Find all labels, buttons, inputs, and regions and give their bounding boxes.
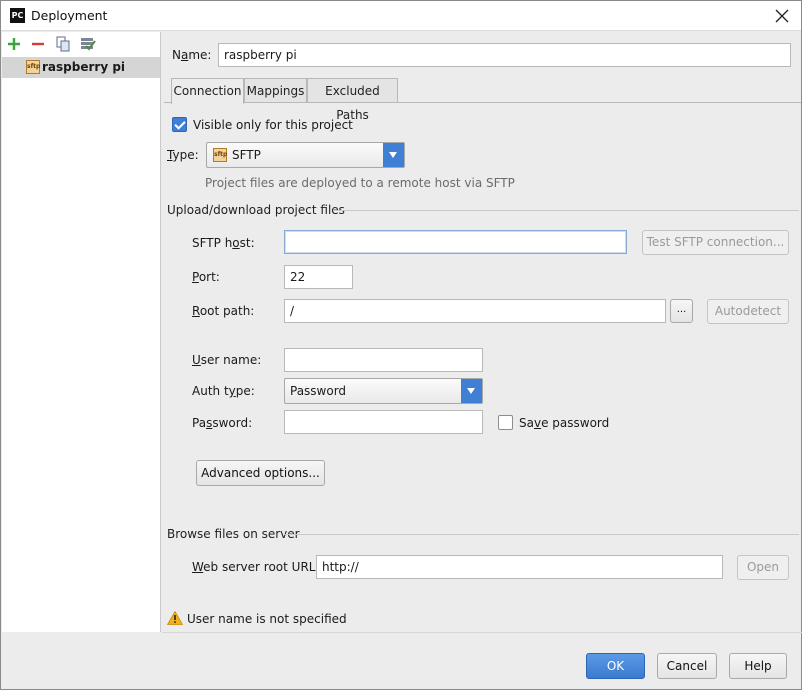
tab-excluded-paths[interactable]: Excluded Paths [307, 78, 398, 122]
remove-icon[interactable] [29, 35, 47, 53]
save-password-label: Save password [519, 416, 610, 430]
add-icon[interactable] [5, 35, 23, 53]
visible-only-label: Visible only for this project [193, 118, 353, 132]
type-label: Type: [167, 148, 199, 162]
save-password-checkbox[interactable] [498, 415, 513, 430]
upload-section-rule [333, 210, 799, 211]
autodetect-button[interactable]: Autodetect [707, 299, 789, 324]
tab-connection[interactable]: Connection [171, 78, 244, 104]
server-list-item-label: raspberry pi [42, 60, 126, 74]
tab-mappings[interactable]: Mappings [244, 78, 307, 103]
auth-type-select[interactable]: Password [284, 378, 483, 404]
cancel-button[interactable]: Cancel [657, 653, 717, 679]
chevron-down-icon[interactable] [461, 379, 482, 403]
name-label: Name: [172, 48, 212, 62]
web-root-url-field[interactable]: http:// [316, 555, 723, 579]
ok-button[interactable]: OK [586, 653, 645, 679]
web-root-label: Web server root URL: [192, 560, 320, 574]
password-label: Password: [192, 416, 253, 430]
sftp-server-icon: sftp [26, 60, 40, 74]
chevron-down-icon[interactable] [383, 143, 404, 167]
warning-message: User name is not specified [187, 612, 347, 626]
window-title: Deployment [31, 8, 108, 23]
type-select-value: SFTP [232, 148, 261, 162]
type-hint: Project files are deployed to a remote h… [205, 176, 515, 190]
password-field[interactable] [284, 410, 483, 434]
user-name-label: User name: [192, 353, 262, 367]
auth-type-value: Password [290, 384, 347, 398]
test-connection-button[interactable]: Test SFTP connection... [642, 230, 789, 255]
browse-section-rule [284, 534, 799, 535]
root-path-field[interactable]: / [284, 299, 666, 323]
sftp-type-icon: sftp [213, 148, 227, 162]
warning-icon [166, 610, 184, 625]
user-name-field[interactable] [284, 348, 483, 372]
type-select[interactable]: sftp SFTP [206, 142, 405, 168]
server-list-panel: sftp raspberry pi [2, 32, 161, 632]
browse-root-path-button[interactable]: ... [670, 299, 693, 323]
sftp-host-label: SFTP host: [192, 236, 255, 250]
footer-divider [162, 632, 802, 633]
use-as-default-icon[interactable] [79, 35, 97, 53]
auth-type-label: Auth type: [192, 384, 255, 398]
deployment-dialog: PC Deployment sftp raspberry pi Name: ra… [0, 0, 802, 690]
name-field[interactable]: raspberry pi [218, 43, 791, 67]
sftp-host-field[interactable] [284, 230, 627, 254]
port-field[interactable]: 22 [284, 265, 353, 289]
advanced-options-button[interactable]: Advanced options... [196, 460, 325, 486]
title-bar: PC Deployment [1, 1, 801, 31]
help-button[interactable]: Help [729, 653, 787, 679]
copy-icon[interactable] [54, 35, 72, 53]
visible-only-checkbox[interactable] [172, 117, 187, 132]
browse-section-title: Browse files on server [167, 527, 300, 541]
tab-strip-divider [164, 102, 801, 103]
pycharm-app-icon: PC [10, 8, 25, 23]
root-path-label: Root path: [192, 304, 255, 318]
server-list-item[interactable]: sftp raspberry pi [2, 57, 160, 78]
close-icon[interactable] [771, 5, 793, 27]
open-button[interactable]: Open [737, 555, 789, 580]
port-label: Port: [192, 270, 220, 284]
upload-section-title: Upload/download project files [167, 203, 345, 217]
